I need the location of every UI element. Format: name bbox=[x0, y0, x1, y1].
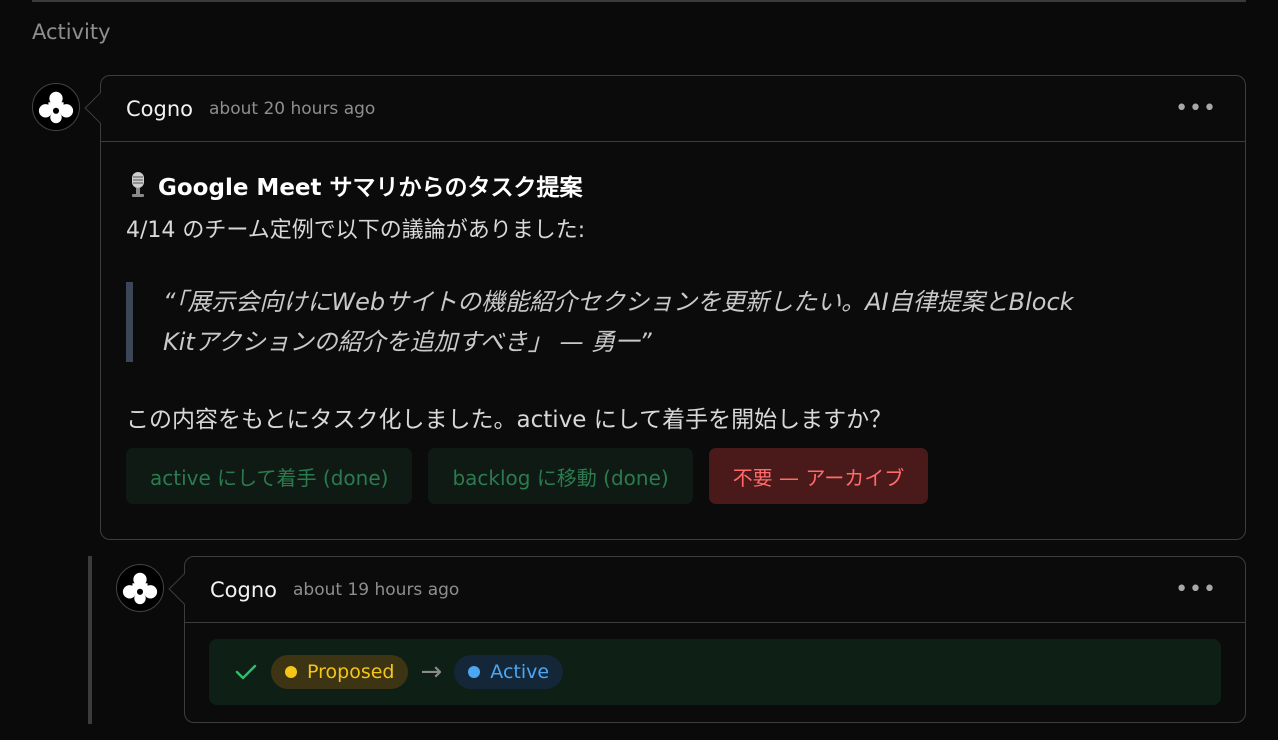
status-change-row: Proposed → Active bbox=[209, 639, 1221, 705]
comment-header: Cogno about 20 hours ago ••• bbox=[101, 76, 1245, 142]
comment-timestamp[interactable]: about 20 hours ago bbox=[209, 99, 375, 119]
blockquote: “「展示会向けにWebサイトの機能紹介セクションを更新したい。AI自律提案とBl… bbox=[126, 282, 1220, 362]
top-divider bbox=[32, 0, 1246, 2]
comment-heading: Google Meet サマリからのタスク提案 bbox=[126, 168, 1220, 202]
more-options-icon[interactable]: ••• bbox=[1175, 98, 1217, 120]
cogno-logo-icon bbox=[122, 572, 158, 605]
comment-card: Cogno about 20 hours ago ••• Google Meet… bbox=[84, 75, 1246, 540]
author-avatar[interactable] bbox=[116, 564, 164, 612]
comment-timestamp[interactable]: about 19 hours ago bbox=[293, 580, 459, 600]
move-to-backlog-button[interactable]: backlog に移動 (done) bbox=[428, 448, 693, 504]
comment-lead-text: 4/14 のチーム定例で以下の議論がありました: bbox=[126, 218, 586, 243]
microphone-icon bbox=[132, 172, 144, 197]
status-dot-icon bbox=[468, 666, 481, 678]
arrow-right-icon: → bbox=[420, 657, 443, 687]
status-label: Active bbox=[490, 661, 550, 683]
comment-card: Cogno about 19 hours ago ••• Proposed → … bbox=[168, 556, 1246, 723]
activate-button[interactable]: active にして着手 (done) bbox=[126, 448, 413, 504]
author-avatar[interactable] bbox=[32, 83, 80, 131]
author-name[interactable]: Cogno bbox=[210, 578, 277, 602]
thread-line bbox=[88, 556, 92, 724]
archive-button[interactable]: 不要 — アーカイブ bbox=[708, 448, 929, 504]
heading-text: Google Meet サマリからのタスク提案 bbox=[158, 175, 583, 201]
comment-header: Cogno about 19 hours ago ••• bbox=[185, 557, 1245, 623]
cogno-logo-icon bbox=[38, 91, 74, 124]
author-name[interactable]: Cogno bbox=[126, 97, 193, 121]
quote-line: “「展示会向けにWebサイトの機能紹介セクションを更新したい。AI自律提案とBl… bbox=[163, 288, 1074, 316]
comment-question: この内容をもとにタスク化しました。active にして着手を開始しますか？ bbox=[126, 407, 893, 433]
section-title: Activity bbox=[32, 20, 111, 44]
status-badge-active: Active bbox=[454, 655, 564, 689]
comment-body: Google Meet サマリからのタスク提案 4/14 のチーム定例で以下の議… bbox=[101, 142, 1245, 522]
status-label: Proposed bbox=[307, 661, 395, 683]
more-options-icon[interactable]: ••• bbox=[1175, 579, 1217, 601]
check-icon bbox=[235, 664, 257, 680]
status-dot-icon bbox=[285, 666, 297, 678]
quote-line: Kitアクションの紹介を追加すべき」 — 勇一” bbox=[163, 328, 652, 356]
status-badge-proposed: Proposed bbox=[271, 655, 409, 689]
action-buttons: active にして着手 (done) backlog に移動 (done) 不… bbox=[126, 448, 1220, 504]
